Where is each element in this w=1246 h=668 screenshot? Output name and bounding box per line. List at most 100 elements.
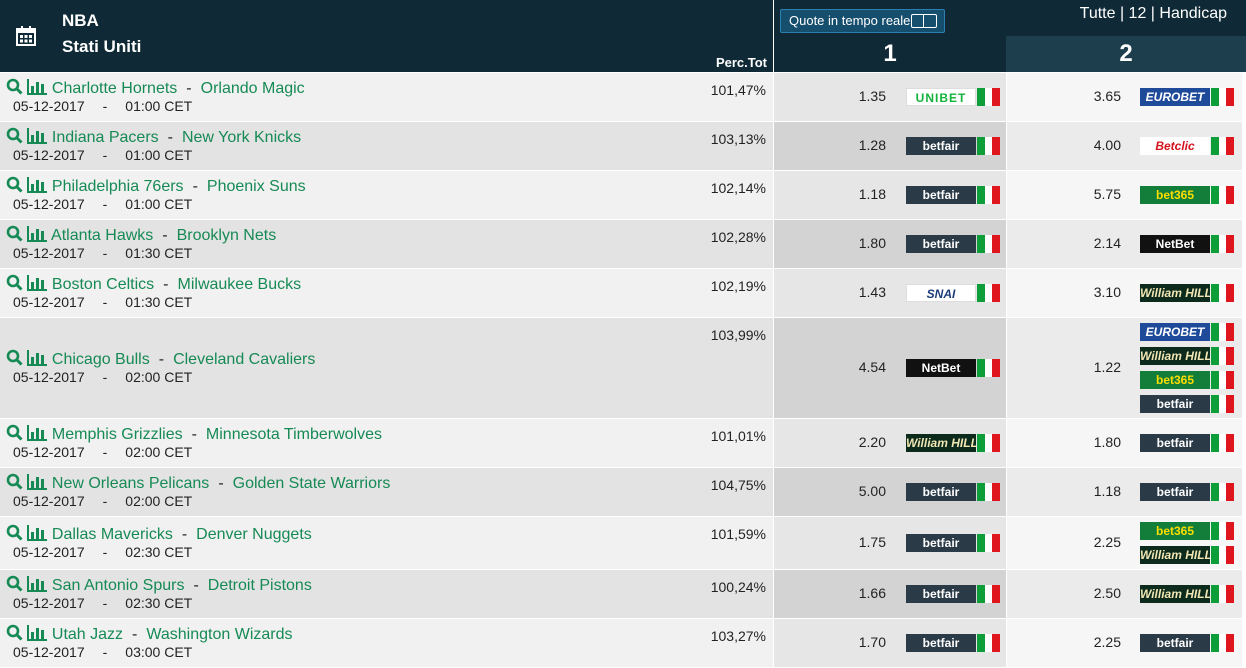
odd-1-value[interactable]: 1.18 <box>826 186 886 202</box>
bookmaker-williamhill[interactable]: William HILL <box>1140 283 1235 303</box>
away-team-link[interactable]: Milwaukee Bucks <box>178 276 302 293</box>
bookmaker-betfair[interactable]: betfair <box>1140 394 1235 414</box>
home-team-link[interactable]: Memphis Grizzlies <box>52 426 183 443</box>
odd-1-value[interactable]: 1.35 <box>826 88 886 104</box>
home-team-link[interactable]: San Antonio Spurs <box>52 577 185 594</box>
stats-icon[interactable] <box>27 274 48 296</box>
stats-icon[interactable] <box>27 624 48 646</box>
bookmaker-bet365[interactable]: bet365 <box>1140 370 1235 390</box>
bookmaker-betclic[interactable]: Betclic <box>1140 136 1235 156</box>
match-title: Atlanta Hawks - Brooklyn Nets <box>6 225 276 247</box>
odd-1-value[interactable]: 1.28 <box>826 137 886 153</box>
odd-2-value[interactable]: 2.14 <box>1061 235 1121 251</box>
bookmaker-williamhill[interactable]: William HILL <box>1140 346 1235 366</box>
bookmaker-betfair[interactable]: betfair <box>906 482 1001 502</box>
away-team-link[interactable]: Brooklyn Nets <box>177 227 277 244</box>
home-team-link[interactable]: New Orleans Pelicans <box>52 475 209 492</box>
odd-2-value[interactable]: 2.50 <box>1061 585 1121 601</box>
stats-icon[interactable] <box>27 78 48 100</box>
home-team-link[interactable]: Indiana Pacers <box>52 129 159 146</box>
home-team-link[interactable]: Dallas Mavericks <box>52 526 173 543</box>
home-team-link[interactable]: Atlanta Hawks <box>51 227 153 244</box>
search-icon[interactable] <box>6 575 23 597</box>
odd-1-value[interactable]: 2.20 <box>826 434 886 450</box>
stats-icon[interactable] <box>27 575 48 597</box>
odd-1-value[interactable]: 1.43 <box>826 284 886 300</box>
odd-2-value[interactable]: 1.18 <box>1061 483 1121 499</box>
away-team-link[interactable]: Washington Wizards <box>146 626 292 643</box>
stats-icon[interactable] <box>27 176 48 198</box>
home-team-link[interactable]: Boston Celtics <box>52 276 154 293</box>
search-icon[interactable] <box>6 473 23 495</box>
odd-2-value[interactable]: 2.25 <box>1061 534 1121 550</box>
bookmaker-williamhill[interactable]: William HILL <box>906 433 1001 453</box>
realtime-odds-toggle[interactable]: Quote in tempo reale <box>780 9 946 33</box>
bookmaker-snai[interactable]: SNAI <box>906 283 1001 303</box>
search-icon[interactable] <box>6 176 23 198</box>
bookmaker-unibet[interactable]: UNIBET <box>906 87 1001 107</box>
bookmaker-netbet[interactable]: NetBet <box>906 358 1001 378</box>
odd-2-value[interactable]: 1.80 <box>1061 434 1121 450</box>
search-icon[interactable] <box>6 225 23 247</box>
stats-icon[interactable] <box>27 225 48 247</box>
odd-2-value[interactable]: 3.10 <box>1061 284 1121 300</box>
bookmaker-eurobet[interactable]: EUROBET <box>1140 87 1235 107</box>
bookmaker-bet365[interactable]: bet365 <box>1140 521 1235 541</box>
away-team-link[interactable]: Cleveland Cavaliers <box>173 351 315 368</box>
bookmaker-betfair[interactable]: betfair <box>906 633 1001 653</box>
away-team-link[interactable]: Minnesota Timberwolves <box>206 426 382 443</box>
odd-2-value[interactable]: 1.22 <box>1061 359 1121 375</box>
search-icon[interactable] <box>6 424 23 446</box>
bookmaker-betfair[interactable]: betfair <box>906 584 1001 604</box>
stats-icon[interactable] <box>27 424 48 446</box>
bookmaker-betfair[interactable]: betfair <box>906 136 1001 156</box>
home-team-link[interactable]: Utah Jazz <box>52 626 123 643</box>
odd-2-value[interactable]: 3.65 <box>1061 88 1121 104</box>
market-filters[interactable]: Tutte | 12 | Handicap <box>1080 5 1227 23</box>
bookmaker-bet365[interactable]: bet365 <box>1140 185 1235 205</box>
search-icon[interactable] <box>6 274 23 296</box>
stats-icon[interactable] <box>27 524 48 546</box>
bookmaker-netbet[interactable]: NetBet <box>1140 234 1235 254</box>
bookmaker-logo: William HILL <box>1140 284 1210 302</box>
stats-icon[interactable] <box>27 473 48 495</box>
away-team-link[interactable]: Detroit Pistons <box>208 577 312 594</box>
away-team-link[interactable]: Denver Nuggets <box>196 526 312 543</box>
stats-icon[interactable] <box>27 127 48 149</box>
odd-1-value[interactable]: 5.00 <box>826 483 886 499</box>
odd-1-value[interactable]: 1.66 <box>826 585 886 601</box>
away-team-link[interactable]: New York Knicks <box>182 129 301 146</box>
bookmaker-eurobet[interactable]: EUROBET <box>1140 322 1235 342</box>
italy-flag-icon <box>1211 395 1235 413</box>
odd-1-value[interactable]: 1.80 <box>826 235 886 251</box>
stats-icon[interactable] <box>27 349 48 371</box>
home-team-link[interactable]: Philadelphia 76ers <box>52 178 184 195</box>
home-team-link[interactable]: Chicago Bulls <box>52 351 150 368</box>
odd-1-value[interactable]: 4.54 <box>826 359 886 375</box>
search-icon[interactable] <box>6 78 23 100</box>
search-icon[interactable] <box>6 127 23 149</box>
search-icon[interactable] <box>6 524 23 546</box>
calendar-icon[interactable] <box>16 26 36 46</box>
bookmaker-betfair[interactable]: betfair <box>1140 482 1235 502</box>
bookmaker-betfair[interactable]: betfair <box>906 533 1001 553</box>
home-team-link[interactable]: Charlotte Hornets <box>52 80 177 97</box>
search-icon[interactable] <box>6 624 23 646</box>
search-icon[interactable] <box>6 349 23 371</box>
bookmaker-betfair[interactable]: betfair <box>1140 633 1235 653</box>
odd-2-value[interactable]: 2.25 <box>1061 634 1121 650</box>
odd-1-value[interactable]: 1.75 <box>826 534 886 550</box>
datetime-separator: - <box>102 595 108 611</box>
bookmaker-williamhill[interactable]: William HILL <box>1140 545 1235 565</box>
away-team-link[interactable]: Orlando Magic <box>201 80 305 97</box>
bookmaker-betfair[interactable]: betfair <box>1140 433 1235 453</box>
away-team-link[interactable]: Golden State Warriors <box>233 475 391 492</box>
away-team-link[interactable]: Phoenix Suns <box>207 178 306 195</box>
bookmaker-williamhill[interactable]: William HILL <box>1140 584 1235 604</box>
odd-2-value[interactable]: 5.75 <box>1061 186 1121 202</box>
bookmaker-betfair[interactable]: betfair <box>906 234 1001 254</box>
bookmaker-logo: bet365 <box>1140 522 1210 540</box>
odd-1-value[interactable]: 1.70 <box>826 634 886 650</box>
odd-2-value[interactable]: 4.00 <box>1061 137 1121 153</box>
bookmaker-betfair[interactable]: betfair <box>906 185 1001 205</box>
